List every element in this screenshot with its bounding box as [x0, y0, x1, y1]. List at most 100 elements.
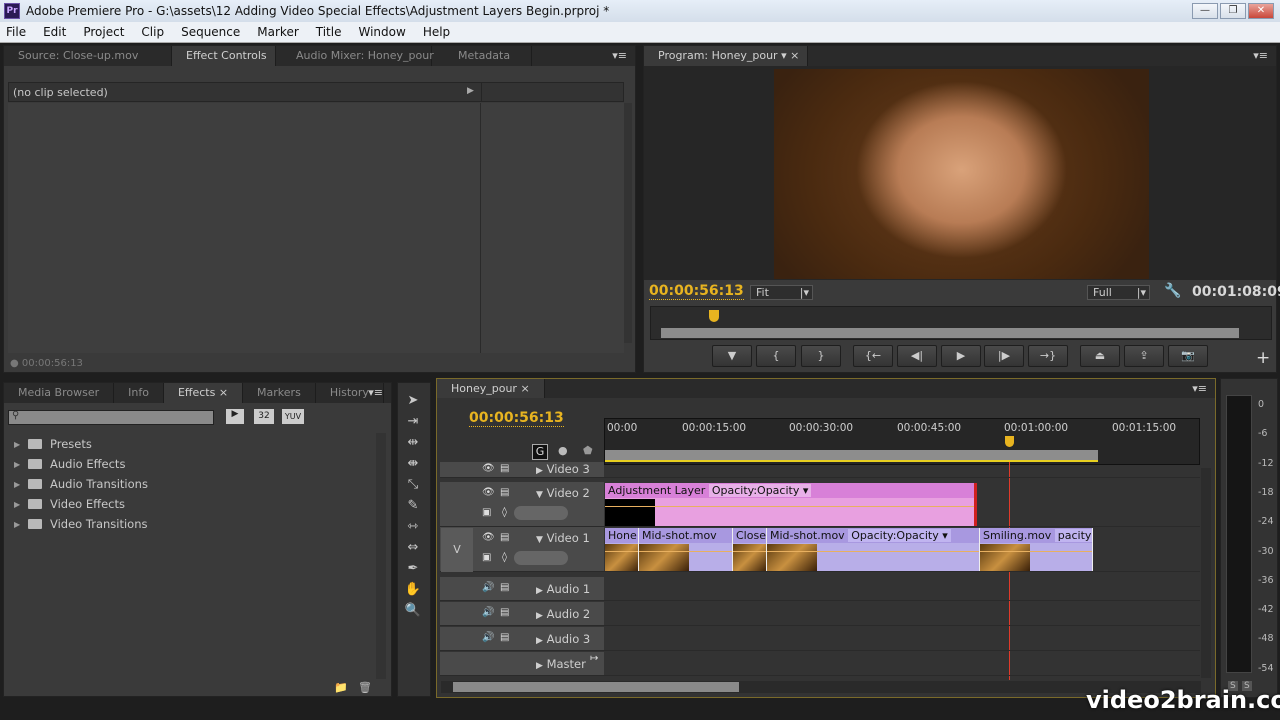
- close-button[interactable]: ✕: [1248, 3, 1274, 19]
- clip-video1[interactable]: Mid-shot.mov Opacity:Opacity ▾: [767, 528, 980, 571]
- maximize-button[interactable]: ❐: [1220, 3, 1246, 19]
- mark-in-button[interactable]: {: [756, 345, 796, 367]
- menu-sequence[interactable]: Sequence: [179, 25, 242, 39]
- speaker-icon[interactable]: 🔊: [482, 582, 494, 593]
- clip-video1[interactable]: Hone: [605, 528, 639, 571]
- clip-adjustment-layer[interactable]: Adjustment Layer Opacity:Opacity ▾: [605, 483, 977, 526]
- accelerated-effects-filter[interactable]: ▶: [226, 409, 244, 424]
- program-current-timecode[interactable]: 00:00:56:13: [649, 284, 744, 300]
- lift-button[interactable]: ⏏: [1080, 345, 1120, 367]
- keyframe-icon[interactable]: ◊: [502, 552, 507, 563]
- playhead-marker-icon[interactable]: [709, 310, 720, 322]
- yuv-filter[interactable]: YUV: [282, 409, 304, 424]
- effects-folder-presets[interactable]: ▶ Presets: [14, 435, 92, 453]
- snap-icon[interactable]: G: [532, 444, 548, 460]
- zoom-tool-icon[interactable]: 🔍: [404, 602, 422, 620]
- trash-icon[interactable]: 🗑: [358, 681, 372, 694]
- panel-menu-icon[interactable]: ▾≡: [612, 49, 627, 62]
- video-target-v[interactable]: V: [441, 528, 473, 572]
- timeline-timecode[interactable]: 00:00:56:13: [469, 411, 564, 427]
- pen-tool-icon[interactable]: ✒: [404, 560, 422, 578]
- clip-video1[interactable]: Mid-shot.mov: [639, 528, 733, 571]
- panel-menu-icon[interactable]: ▾≡: [368, 386, 383, 399]
- hand-tool-icon[interactable]: ✋: [404, 581, 422, 599]
- tab-effect-controls[interactable]: Effect Controls: [172, 46, 276, 66]
- expand-arrow-icon[interactable]: ▶: [14, 440, 28, 449]
- menu-project[interactable]: Project: [81, 25, 126, 39]
- zoom-dropdown[interactable]: Fit |▾: [750, 285, 813, 300]
- menu-edit[interactable]: Edit: [41, 25, 68, 39]
- step-back-button[interactable]: ◀|: [897, 345, 937, 367]
- sync-lock-icon[interactable]: ▤: [500, 532, 509, 543]
- expand-arrow-icon[interactable]: ▶: [467, 86, 474, 96]
- speaker-icon[interactable]: 🔊: [482, 607, 494, 618]
- go-to-out-button[interactable]: →}: [1028, 345, 1068, 367]
- timeline-vertical-scrollbar[interactable]: [1201, 468, 1211, 678]
- clip-video1[interactable]: Close: [733, 528, 767, 571]
- tab-source[interactable]: Source: Close-up.mov: [4, 46, 172, 66]
- panel-menu-icon[interactable]: ▾≡: [1253, 49, 1268, 62]
- 32bit-filter[interactable]: 32: [254, 409, 274, 424]
- tab-effects[interactable]: Effects ×: [163, 383, 244, 403]
- tab-media-browser[interactable]: Media Browser: [4, 383, 115, 403]
- wrench-icon[interactable]: 🔧: [1164, 283, 1181, 299]
- set-encore-marker-icon[interactable]: ●: [558, 444, 568, 457]
- menu-window[interactable]: Window: [356, 25, 407, 39]
- add-button-icon[interactable]: +: [1256, 348, 1270, 368]
- expand-arrow-icon[interactable]: ▶: [536, 611, 543, 621]
- effects-search-input[interactable]: [8, 410, 214, 425]
- scrollbar[interactable]: [624, 103, 632, 343]
- expand-arrow-icon[interactable]: ▶: [536, 661, 543, 671]
- effects-folder-audio-transitions[interactable]: ▶ Audio Transitions: [14, 475, 148, 493]
- effects-folder-video-effects[interactable]: ▶ Video Effects: [14, 495, 125, 513]
- sync-lock-icon[interactable]: ▤: [500, 463, 509, 474]
- display-style-icon[interactable]: ▣: [482, 552, 491, 563]
- tab-info[interactable]: Info: [114, 383, 164, 403]
- panel-menu-icon[interactable]: ▾≡: [1192, 382, 1207, 395]
- menu-marker[interactable]: Marker: [255, 25, 300, 39]
- ripple-edit-tool-icon[interactable]: ⇹: [404, 434, 422, 452]
- rolling-edit-tool-icon[interactable]: ⇼: [404, 455, 422, 473]
- menu-clip[interactable]: Clip: [139, 25, 166, 39]
- selection-tool-icon[interactable]: ➤: [404, 392, 422, 410]
- quality-dropdown[interactable]: Full |▾: [1087, 285, 1150, 300]
- expand-arrow-icon[interactable]: ▶: [14, 480, 28, 489]
- sync-lock-icon[interactable]: ▤: [500, 582, 509, 593]
- effects-folder-audio-effects[interactable]: ▶ Audio Effects: [14, 455, 125, 473]
- keyframe-icon[interactable]: ◊: [502, 507, 507, 518]
- effect-dropdown[interactable]: pacity ▾: [1054, 529, 1092, 542]
- rate-stretch-tool-icon[interactable]: ⤡: [404, 476, 422, 494]
- tab-sequence[interactable]: Honey_pour ×: [437, 379, 545, 398]
- timeline-playhead-icon[interactable]: [1005, 436, 1014, 447]
- eye-icon[interactable]: 👁: [482, 487, 495, 498]
- tab-audio-mixer[interactable]: Audio Mixer: Honey_pour: [276, 46, 434, 66]
- speaker-icon[interactable]: 🔊: [482, 632, 494, 643]
- effect-dropdown[interactable]: Opacity:Opacity ▾: [708, 484, 812, 497]
- tab-metadata[interactable]: Metadata: [432, 46, 532, 66]
- add-marker-button[interactable]: ▼: [712, 345, 752, 367]
- sync-lock-icon[interactable]: ▤: [500, 632, 509, 643]
- go-to-in-button[interactable]: {←: [853, 345, 893, 367]
- play-button[interactable]: ▶: [941, 345, 981, 367]
- eye-icon[interactable]: 👁: [482, 463, 495, 474]
- export-frame-button[interactable]: 📷: [1168, 345, 1208, 367]
- add-marker-icon[interactable]: ⬟: [583, 444, 593, 457]
- extract-button[interactable]: ⇪: [1124, 345, 1164, 367]
- expand-arrow-icon[interactable]: ▶: [14, 500, 28, 509]
- effects-folder-video-transitions[interactable]: ▶ Video Transitions: [14, 515, 147, 533]
- expand-arrow-icon[interactable]: ▼: [536, 490, 543, 500]
- expand-arrow-icon[interactable]: ▶: [14, 520, 28, 529]
- work-area-bar[interactable]: [605, 450, 1098, 462]
- sync-lock-icon[interactable]: ▤: [500, 607, 509, 618]
- sync-lock-icon[interactable]: ▤: [500, 487, 509, 498]
- slip-tool-icon[interactable]: ⇿: [404, 518, 422, 536]
- tab-program[interactable]: Program: Honey_pour ▾ ×: [644, 46, 808, 66]
- menu-title[interactable]: Title: [314, 25, 344, 39]
- expand-arrow-icon[interactable]: ▶: [536, 586, 543, 596]
- new-bin-icon[interactable]: 📁: [334, 681, 348, 694]
- mark-out-button[interactable]: }: [801, 345, 841, 367]
- minimize-button[interactable]: —: [1192, 3, 1218, 19]
- expand-arrow-icon[interactable]: ▶: [14, 460, 28, 469]
- expand-arrow-icon[interactable]: ▼: [536, 535, 543, 545]
- track-select-tool-icon[interactable]: ⇥: [404, 413, 422, 431]
